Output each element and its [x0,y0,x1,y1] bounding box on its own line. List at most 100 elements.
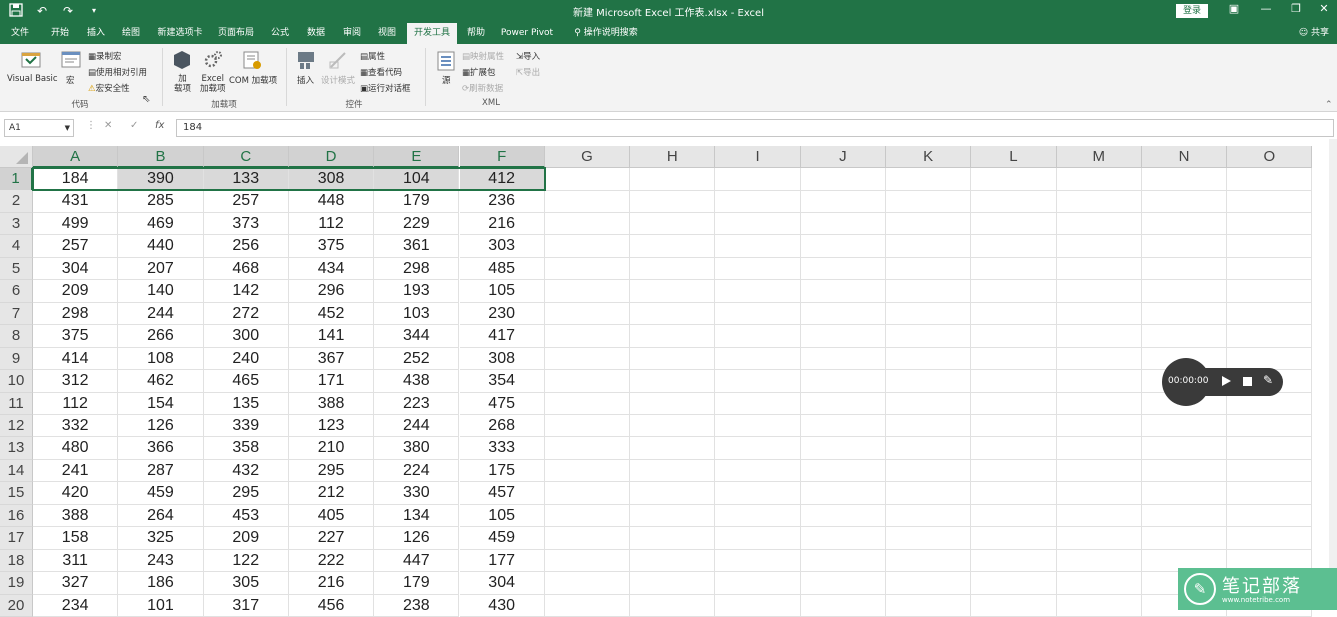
cell-j1[interactable] [800,168,886,191]
cell-l20[interactable] [971,594,1057,617]
cell-f17[interactable]: 459 [459,527,545,550]
cell-c6[interactable]: 142 [203,280,289,303]
cell-b3[interactable]: 469 [118,212,204,236]
cell-o8[interactable] [1227,325,1313,348]
cell-a4[interactable]: 257 [33,235,119,258]
cell-l13[interactable] [971,437,1057,460]
cell-g12[interactable] [544,414,631,438]
cell-j13[interactable] [800,437,886,460]
cell-l1[interactable] [971,168,1057,191]
collapse-ribbon-icon[interactable]: ⌃ [1325,100,1333,110]
cell-i3[interactable] [715,212,801,236]
cell-h6[interactable] [630,280,716,303]
tab-new-tab[interactable]: 新建选项卡 [152,23,208,44]
cell-i14[interactable] [715,459,801,483]
cell-d12[interactable]: 123 [288,414,375,438]
tab-formulas[interactable]: 公式 [264,23,296,44]
cell-f14[interactable]: 175 [459,459,545,483]
cell-n3[interactable] [1141,212,1228,236]
cell-k10[interactable] [886,370,972,393]
cell-d16[interactable]: 405 [288,504,375,528]
run-dialog-button[interactable]: ▣运行对话框 [360,82,411,94]
cell-n16[interactable] [1141,504,1228,528]
cell-l3[interactable] [971,212,1057,236]
cell-d6[interactable]: 296 [288,280,375,303]
cell-h10[interactable] [630,370,716,393]
cell-d13[interactable]: 210 [288,437,375,460]
cell-l16[interactable] [971,504,1057,528]
tab-page-layout[interactable]: 页面布局 [213,23,259,44]
cell-n15[interactable] [1141,482,1228,505]
cell-m6[interactable] [1056,280,1142,303]
view-code-button[interactable]: ▦查看代码 [360,66,402,78]
cell-b16[interactable]: 264 [118,504,204,528]
cell-f7[interactable]: 230 [459,302,545,326]
cell-g5[interactable] [544,257,631,281]
tab-review[interactable]: 审阅 [336,23,368,44]
cell-h16[interactable] [630,504,716,528]
column-header-g[interactable]: G [544,146,631,168]
cell-i5[interactable] [715,257,801,281]
cancel-entry-icon[interactable]: ✕ [104,120,112,131]
cell-k18[interactable] [886,549,972,573]
insert-control-button[interactable]: 插入 [297,74,314,86]
cell-d2[interactable]: 448 [288,190,375,213]
design-mode-button[interactable]: 设计模式 [321,74,355,86]
column-header-j[interactable]: J [800,146,886,168]
cell-k8[interactable] [886,325,972,348]
tab-help[interactable]: 帮助 [460,23,492,44]
close-icon[interactable]: ✕ [1314,2,1334,15]
cell-j2[interactable] [800,190,886,213]
row-header[interactable]: 12 [0,414,33,438]
select-all-button[interactable] [0,146,33,168]
cell-d4[interactable]: 375 [288,235,375,258]
cell-m16[interactable] [1056,504,1142,528]
cell-k16[interactable] [886,504,972,528]
cell-a7[interactable]: 298 [33,302,119,326]
tab-view[interactable]: 视图 [371,23,403,44]
cell-a20[interactable]: 234 [33,594,119,617]
cell-o16[interactable] [1227,504,1313,528]
com-addins-button[interactable]: COM 加载项 [229,74,277,86]
cell-c2[interactable]: 257 [203,190,289,213]
cell-j16[interactable] [800,504,886,528]
cell-g3[interactable] [544,212,631,236]
row-header[interactable]: 16 [0,504,33,528]
column-header-i[interactable]: I [715,146,801,168]
row-header[interactable]: 13 [0,437,33,460]
macro-security-button[interactable]: ⚠宏安全性 [88,82,130,94]
row-header[interactable]: 2 [0,190,33,213]
cell-i2[interactable] [715,190,801,213]
cell-j5[interactable] [800,257,886,281]
cell-n17[interactable] [1141,527,1228,550]
cell-b17[interactable]: 325 [118,527,204,550]
cell-j17[interactable] [800,527,886,550]
cell-e20[interactable]: 238 [374,594,460,617]
cell-a12[interactable]: 332 [33,414,119,438]
cell-j6[interactable] [800,280,886,303]
cell-k3[interactable] [886,212,972,236]
relative-reference-button[interactable]: ▤使用相对引用 [88,66,147,78]
cell-n14[interactable] [1141,459,1228,483]
cell-d5[interactable]: 434 [288,257,375,281]
column-header-e[interactable]: E [374,146,460,168]
cell-l8[interactable] [971,325,1057,348]
import-button[interactable]: ⇲导入 [516,50,540,62]
cell-l11[interactable] [971,392,1057,415]
cell-m17[interactable] [1056,527,1142,550]
cell-a5[interactable]: 304 [33,257,119,281]
cell-n12[interactable] [1141,414,1228,438]
cell-g7[interactable] [544,302,631,326]
cell-h4[interactable] [630,235,716,258]
cell-c5[interactable]: 468 [203,257,289,281]
cell-o5[interactable] [1227,257,1313,281]
cell-g1[interactable] [544,168,631,191]
expansion-packs-button[interactable]: ▦扩展包 [462,66,496,78]
cell-j9[interactable] [800,347,886,371]
column-header-b[interactable]: B [118,146,204,168]
cell-h8[interactable] [630,325,716,348]
cell-b10[interactable]: 462 [118,370,204,393]
cell-f8[interactable]: 417 [459,325,545,348]
cell-h11[interactable] [630,392,716,415]
tab-draw[interactable]: 绘图 [115,23,147,44]
